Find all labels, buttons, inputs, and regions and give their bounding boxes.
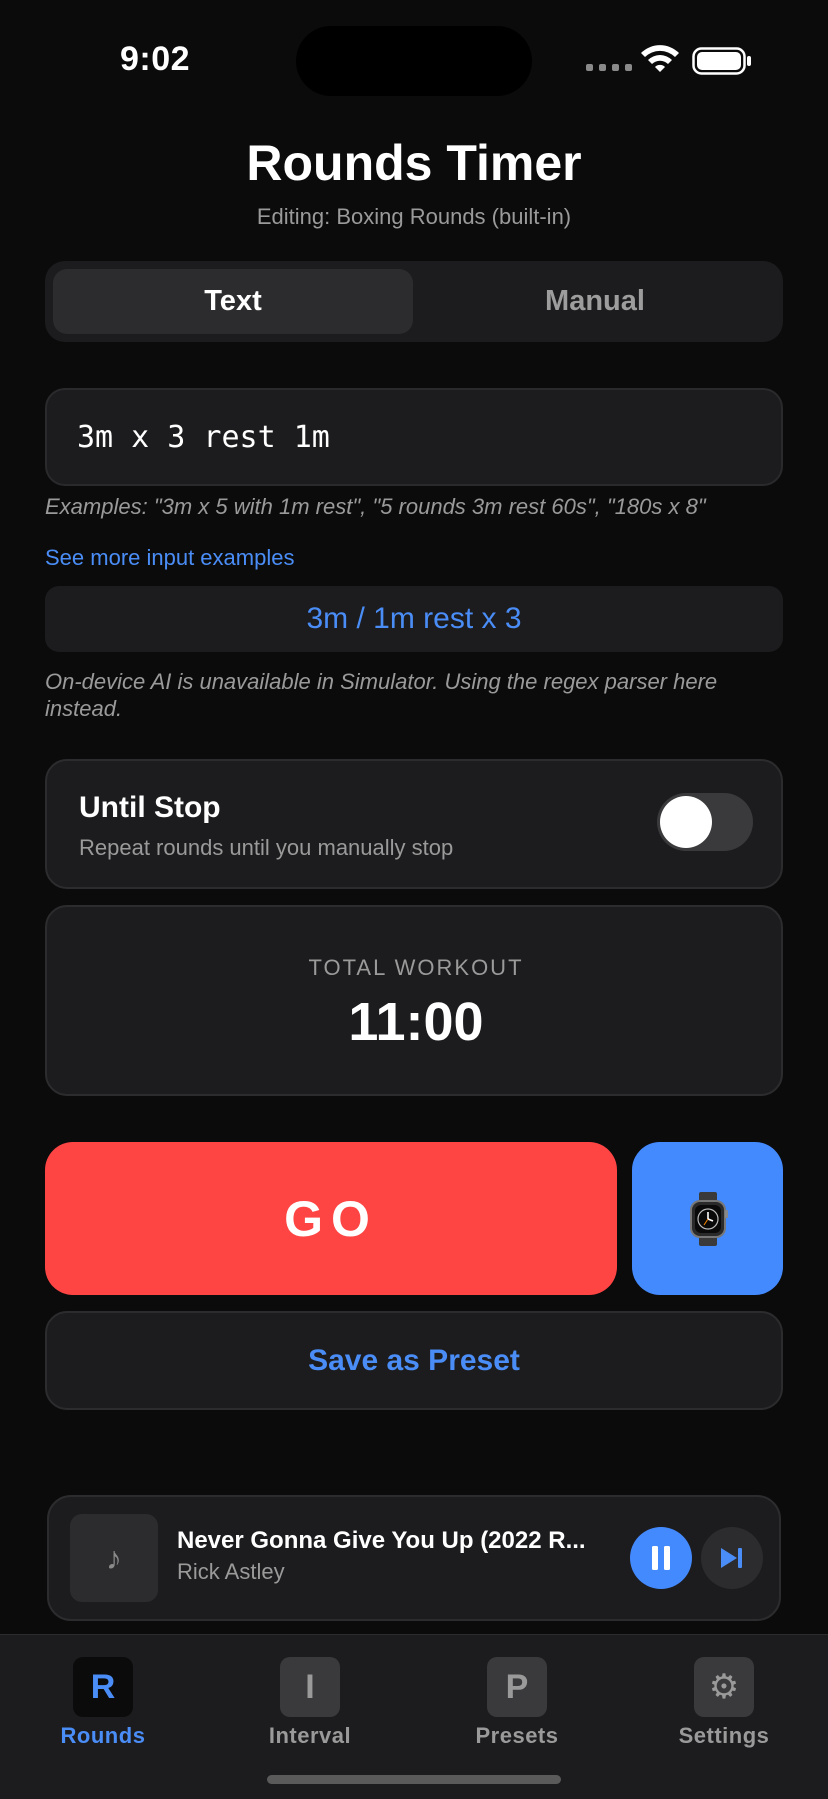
battery-icon (692, 47, 751, 75)
presets-tab-icon: P (487, 1657, 547, 1717)
music-note-icon: ♪ (70, 1514, 158, 1602)
parsed-result: 3m / 1m rest x 3 (45, 586, 783, 652)
tab-presets[interactable]: P Presets (437, 1657, 597, 1749)
next-track-button[interactable] (701, 1527, 763, 1589)
save-as-preset-button[interactable]: Save as Preset (45, 1311, 783, 1410)
more-examples-link[interactable]: See more input examples (45, 545, 294, 571)
tab-settings[interactable]: ⚙ Settings (644, 1657, 804, 1749)
until-stop-card: Until Stop Repeat rounds until you manua… (45, 759, 783, 889)
segment-text[interactable]: Text (53, 269, 413, 334)
home-indicator (267, 1775, 561, 1784)
dynamic-island (296, 26, 532, 96)
tab-interval[interactable]: I Interval (230, 1657, 390, 1749)
total-workout-value: 11:00 (348, 992, 484, 1052)
mode-segmented-control: Text Manual (45, 261, 783, 342)
watch-button[interactable] (632, 1142, 783, 1295)
pause-button[interactable] (630, 1527, 692, 1589)
examples-hint: Examples: "3m x 5 with 1m rest", "5 roun… (45, 494, 706, 519)
tab-rounds[interactable]: R Rounds (23, 1657, 183, 1749)
wifi-icon (641, 45, 679, 72)
song-title: Never Gonna Give You Up (2022 R... (177, 1527, 586, 1554)
until-stop-subtitle: Repeat rounds until you manually stop (79, 835, 454, 860)
go-button[interactable]: GO (45, 1142, 617, 1295)
until-stop-toggle[interactable] (657, 793, 753, 851)
tab-label: Interval (268, 1723, 352, 1748)
song-artist: Rick Astley (177, 1559, 285, 1584)
tab-label: Rounds (60, 1723, 146, 1748)
total-workout-label: TOTAL WORKOUT (308, 955, 524, 980)
rounds-tab-icon: R (73, 1657, 133, 1717)
ai-unavailable-note: On-device AI is unavailable in Simulator… (45, 669, 718, 721)
gear-icon: ⚙ (694, 1657, 754, 1717)
next-track-icon (721, 1548, 742, 1568)
interval-tab-icon: I (280, 1657, 340, 1717)
total-workout-card: TOTAL WORKOUT 11:00 (45, 905, 783, 1096)
now-playing-bar[interactable]: ♪ Never Gonna Give You Up (2022 R... Ric… (47, 1495, 781, 1621)
rounds-text-input[interactable]: 3m x 3 rest 1m (45, 388, 783, 486)
page-title: Rounds Timer (246, 135, 582, 191)
tab-label: Presets (475, 1723, 559, 1748)
segment-manual[interactable]: Manual (415, 269, 775, 334)
watch-icon (689, 1191, 728, 1246)
tab-label: Settings (678, 1723, 770, 1748)
toggle-knob (660, 796, 712, 848)
until-stop-title: Until Stop (79, 791, 221, 824)
status-time: 9:02 (120, 40, 191, 78)
page-subtitle: Editing: Boxing Rounds (built-in) (256, 204, 572, 229)
signal-icon (586, 64, 632, 71)
pause-icon (652, 1546, 670, 1570)
